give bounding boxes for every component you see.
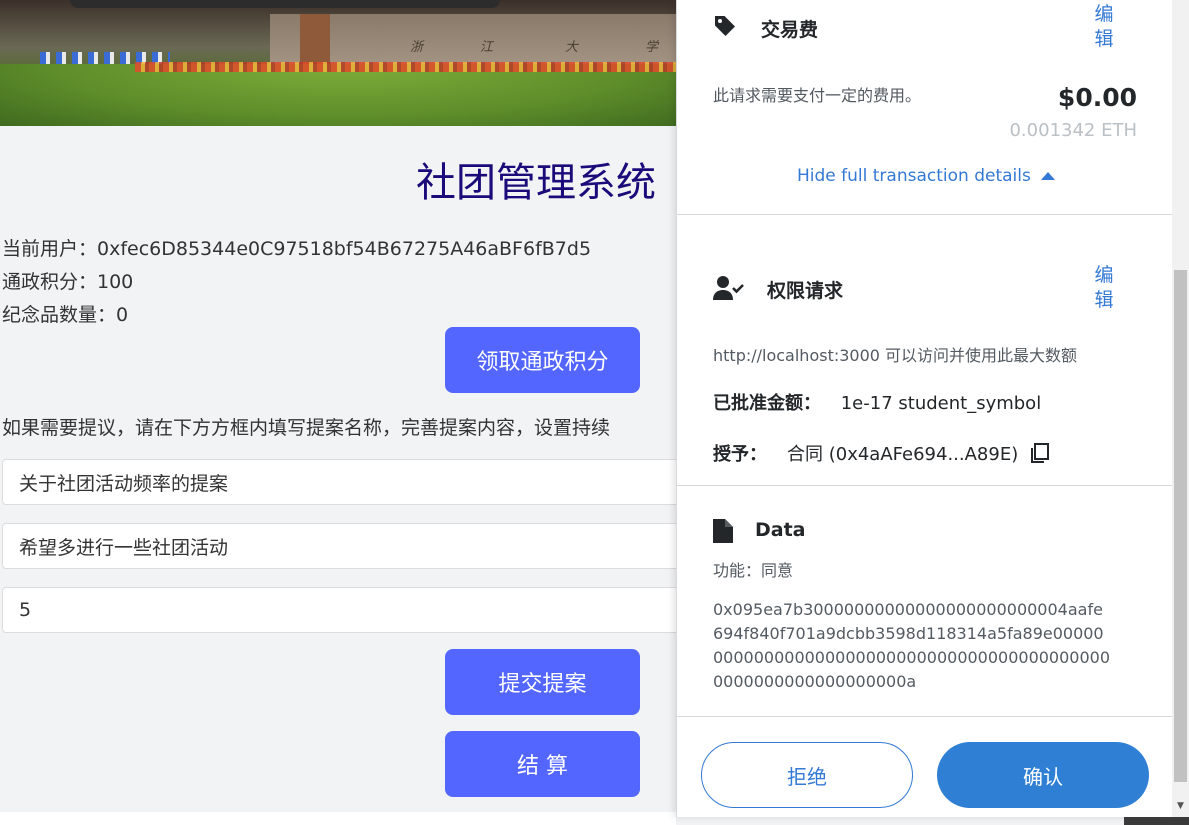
settle-button[interactable]: 结 算 bbox=[445, 731, 640, 797]
fee-section-title: 交易费 bbox=[761, 19, 819, 41]
approved-amount-row: 已批准金额： 1e-17 student_symbol bbox=[713, 389, 1041, 415]
approved-amount-value: 1e-17 student_symbol bbox=[840, 393, 1042, 414]
fee-edit-link[interactable]: 编辑 bbox=[1093, 2, 1115, 52]
banner-pillar bbox=[300, 14, 330, 66]
permission-section-title: 权限请求 bbox=[767, 280, 844, 302]
page-title: 社团管理系统 bbox=[416, 160, 656, 206]
file-icon bbox=[713, 519, 733, 547]
claim-points-button[interactable]: 领取通政积分 bbox=[445, 327, 640, 393]
divider bbox=[677, 716, 1173, 717]
browser-tab-sliver bbox=[70, 0, 500, 8]
transaction-hex-data: 0x095ea7b30000000000000000000000004aafe6… bbox=[713, 600, 1111, 691]
banner-glyph: 江 bbox=[480, 40, 494, 55]
wallet-confirm-popup: 交易费 编辑 此请求需要支付一定的费用。 $0.00 0.001342 ETH … bbox=[676, 0, 1173, 817]
window-corner bbox=[1124, 817, 1189, 825]
data-section-title: Data bbox=[755, 519, 806, 541]
user-check-icon bbox=[713, 275, 745, 305]
proposal-hint-text: 如果需要提议，请在下方方框内填写提案名称，完善提案内容，设置持续 bbox=[2, 417, 611, 439]
banner-glyph: 学 bbox=[645, 40, 659, 55]
function-name-text: 功能：同意 bbox=[713, 561, 794, 580]
copy-icon[interactable] bbox=[1030, 443, 1050, 463]
proposal-content-input[interactable]: 希望多进行一些社团活动 bbox=[2, 523, 702, 569]
current-user-text: 当前用户：0xfec6D85344e0C97518bf54B67275A46aB… bbox=[2, 238, 592, 260]
fee-usd-value: $0.00 bbox=[1057, 83, 1137, 112]
fee-description: 此请求需要支付一定的费用。 bbox=[713, 86, 922, 105]
confirm-button[interactable]: 确认 bbox=[937, 742, 1149, 808]
campus-banner-image: 浙 江 大 学 bbox=[0, 0, 690, 126]
reject-button[interactable]: 拒绝 bbox=[701, 742, 913, 808]
banner-glyph: 大 bbox=[565, 40, 579, 55]
divider bbox=[677, 214, 1173, 215]
proposal-duration-input[interactable]: 5 bbox=[2, 587, 702, 633]
proposal-name-input[interactable]: 关于社团活动频率的提案 bbox=[2, 459, 702, 505]
divider bbox=[677, 485, 1173, 486]
permission-edit-link[interactable]: 编辑 bbox=[1093, 263, 1115, 313]
banner-glyph: 浙 bbox=[410, 40, 424, 55]
hide-details-toggle[interactable]: Hide full transaction details bbox=[797, 166, 1055, 186]
points-text: 通政积分：100 bbox=[2, 271, 134, 293]
hide-details-label: Hide full transaction details bbox=[797, 166, 1031, 186]
banner-lawn bbox=[0, 64, 690, 126]
permission-description: http://localhost:3000 可以访问并使用此最大数额 bbox=[713, 346, 1078, 365]
page-bottom-strip bbox=[0, 812, 676, 825]
souvenir-count-text: 纪念品数量：0 bbox=[2, 304, 129, 326]
scrollbar-thumb[interactable] bbox=[1174, 270, 1187, 782]
approved-amount-label: 已批准金额： bbox=[713, 393, 821, 414]
tag-icon bbox=[713, 14, 737, 42]
grant-row: 授予： 合同 (0x4aAFe694...A89E) bbox=[713, 440, 1050, 466]
grant-label: 授予： bbox=[713, 444, 767, 465]
scroll-down-arrow-icon[interactable]: ▼ bbox=[1177, 801, 1184, 811]
caret-up-icon bbox=[1040, 172, 1055, 180]
submit-proposal-button[interactable]: 提交提案 bbox=[445, 649, 640, 715]
banner-flowers bbox=[135, 62, 690, 72]
fee-eth-value: 0.001342 ETH bbox=[1009, 120, 1137, 141]
grant-contract-value: 合同 (0x4aAFe694...A89E) bbox=[787, 444, 1019, 465]
